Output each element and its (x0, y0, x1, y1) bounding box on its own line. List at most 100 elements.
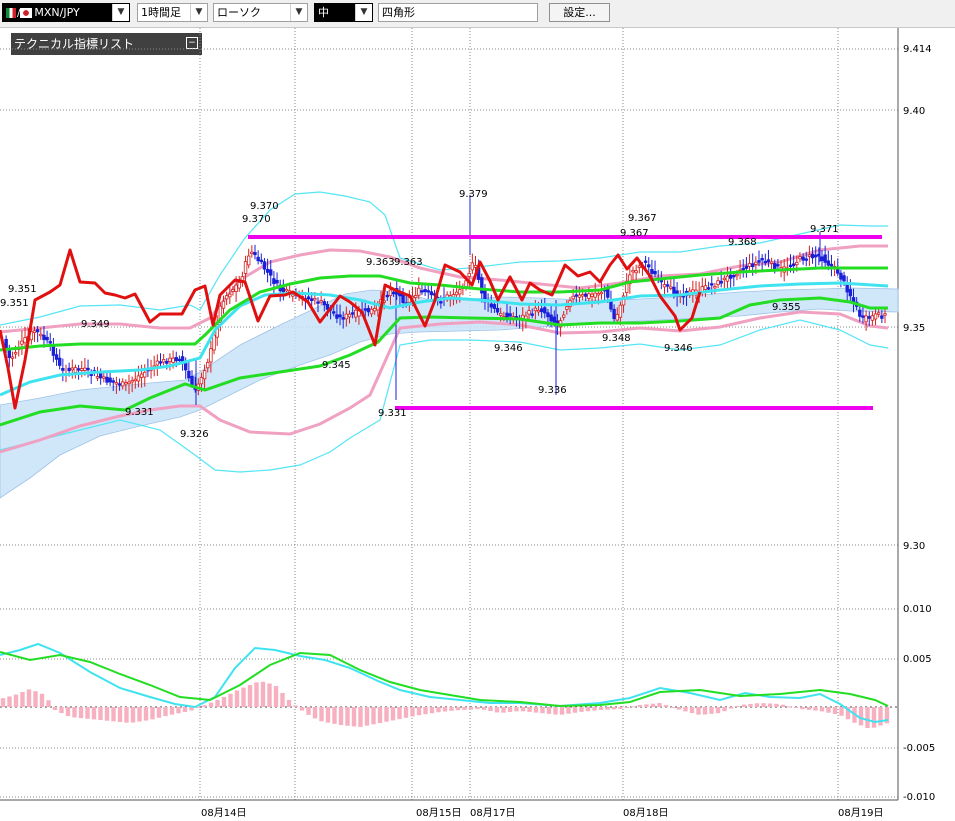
macd-hist-bar (520, 707, 526, 712)
chevron-down-icon[interactable]: ▼ (290, 4, 307, 21)
chevron-down-icon[interactable]: ▼ (112, 4, 129, 21)
y-tick-label: 9.35 (903, 323, 925, 334)
macd-hist-bar (572, 707, 578, 713)
candle-body (851, 297, 856, 303)
candle-body (136, 375, 141, 382)
macd-hist-bar (579, 707, 584, 712)
macd-hist-bar (468, 707, 474, 710)
macd-hist-bar (137, 707, 142, 722)
candle-body (580, 294, 585, 297)
candle-body (32, 330, 37, 334)
macd-hist-bar (683, 707, 688, 712)
candle-body (867, 316, 871, 319)
candle-body (111, 380, 115, 383)
ichimoku-cloud (0, 287, 899, 499)
price-annotation: 9.331 (125, 407, 154, 418)
candle-body (187, 370, 191, 379)
candle-body (202, 370, 207, 380)
candle-body (732, 274, 736, 278)
chart-type-value: ローソク (217, 6, 261, 19)
macd-hist-bar (514, 707, 519, 712)
price-chart[interactable]: 9.351 9.351 9.349 9.331 9.326 9.370 9.370 9.345… (0, 28, 955, 821)
macd-hist-bar (91, 707, 97, 720)
candle-body (4, 338, 8, 349)
candle-body (858, 309, 862, 317)
macd-hist-bar (423, 707, 428, 715)
candle-body (281, 287, 286, 293)
macd-hist-bar (728, 707, 734, 709)
macd-hist-bar (319, 707, 324, 722)
candle-body (546, 312, 550, 318)
candle-body (309, 298, 314, 302)
macd-tick-label: 0.010 (903, 604, 932, 615)
line-width-select[interactable]: 中 ▼ (314, 3, 373, 22)
macd-hist-bar (442, 707, 448, 712)
macd-hist-bar (169, 707, 175, 715)
macd-hist-bar (215, 700, 220, 707)
candle-body (814, 254, 818, 258)
price-axis: 9.414 9.40 9.35 9.30 (903, 44, 932, 552)
candle-body (473, 265, 478, 268)
macd-hist-bar (475, 707, 480, 710)
candle-body (880, 315, 884, 319)
candle-body (769, 261, 774, 264)
candle-body (98, 373, 103, 379)
macd-hist-bar (715, 707, 721, 714)
timeframe-select[interactable]: 1時間足 ▼ (137, 3, 208, 22)
macd-hist-bar (774, 703, 779, 707)
macd-hist-bar (65, 707, 71, 717)
candle-body (366, 307, 371, 313)
macd-hist-bar (507, 707, 513, 712)
macd-hist-bar (488, 707, 493, 712)
candle-body (385, 294, 389, 298)
candle-body (250, 251, 254, 254)
candle-body (669, 286, 673, 289)
chevron-down-icon[interactable]: ▼ (190, 4, 207, 21)
macd-hist-bar (631, 706, 636, 708)
candle-body (612, 308, 616, 320)
candle-body (168, 357, 172, 362)
candle-body (319, 300, 323, 303)
macd-hist-bar (358, 707, 363, 727)
candle-body (237, 282, 241, 289)
macd-hist-bar (741, 704, 747, 707)
candle-body (584, 293, 588, 297)
settings-button[interactable]: 設定... (549, 3, 610, 22)
candle-body (662, 284, 667, 288)
price-annotation: 9.379 (459, 189, 488, 200)
macd-hist-bar (351, 707, 357, 727)
drawing-shape-field[interactable]: 四角形 (378, 3, 538, 22)
currency-pair-select[interactable]: / MXN/JPY ▼ (2, 3, 130, 22)
candle-body (565, 306, 569, 310)
candle-body (439, 301, 443, 304)
candle-body (243, 261, 248, 274)
macd-hist-bar (182, 707, 188, 712)
candle-body (209, 348, 213, 363)
macd-hist-bar (826, 707, 831, 713)
macd-hist-bar (501, 707, 506, 713)
candle-body (773, 263, 777, 270)
candle-body (155, 360, 160, 366)
price-annotation: 9.326 (180, 429, 209, 440)
y-tick-label: 9.30 (903, 541, 925, 552)
price-annotation: 9.363 (394, 257, 423, 268)
candle-body (253, 252, 257, 256)
chevron-down-icon[interactable]: ▼ (355, 4, 372, 21)
price-annotation: 9.351 (8, 284, 37, 295)
candle-body (174, 357, 178, 362)
candle-body (221, 300, 226, 309)
candle-body (206, 361, 210, 369)
macd-hist-bar (293, 705, 298, 707)
chart-type-select[interactable]: ローソク ▼ (213, 3, 308, 22)
price-annotation: 9.370 (250, 201, 279, 212)
macd-hist-bar (644, 704, 649, 707)
candle-body (536, 309, 541, 313)
macd-hist-bar (858, 707, 864, 726)
candle-body (275, 279, 279, 284)
candle-body (467, 272, 471, 277)
macd-hist-bar (605, 707, 610, 710)
candle-body (710, 283, 714, 286)
macd-hist-bar (429, 707, 435, 714)
macd-hist-bar (241, 687, 246, 707)
candle-body (124, 382, 128, 385)
